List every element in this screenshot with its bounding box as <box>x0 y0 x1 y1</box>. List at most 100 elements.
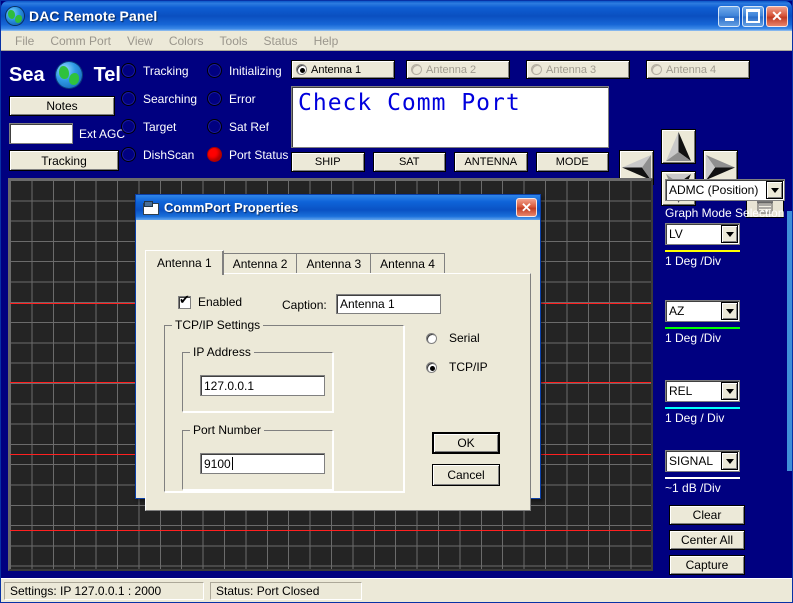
ext-agc-input[interactable] <box>9 123 73 144</box>
led-dishscan <box>121 147 136 162</box>
caption-value: Antenna 1 <box>340 297 395 311</box>
antenna-selector-1[interactable]: Antenna 1 <box>291 60 395 79</box>
brand-word-sea: Sea <box>9 63 45 86</box>
dialog-close-button[interactable]: ✕ <box>516 198 537 217</box>
trace-1-color-line <box>665 250 740 252</box>
menu-bar: File Comm Port View Colors Tools Status … <box>1 31 792 51</box>
ip-address-input[interactable]: 127.0.0.1 <box>200 375 325 396</box>
menu-item-colors[interactable]: Colors <box>161 32 212 50</box>
serial-radio-row[interactable]: Serial <box>426 331 488 345</box>
port-number-input[interactable]: 9100 <box>200 453 325 474</box>
tcpip-radio-row[interactable]: TCP/IP <box>426 360 488 374</box>
tab-antenna-2[interactable]: Antenna 2 <box>222 253 298 275</box>
tab-antenna-1[interactable]: Antenna 1 <box>145 250 224 275</box>
capture-button[interactable]: Capture <box>669 555 745 575</box>
tab-antenna-3[interactable]: Antenna 3 <box>296 253 372 275</box>
led-label-sat-ref: Sat Ref <box>229 119 270 134</box>
trace-3-combo[interactable]: REL <box>665 380 740 402</box>
commport-icon <box>143 201 159 215</box>
menu-item-comm-port[interactable]: Comm Port <box>42 32 119 50</box>
antenna-selector-3[interactable]: Antenna 3 <box>526 60 630 79</box>
led-label-dishscan: DishScan <box>143 147 195 162</box>
menu-item-help[interactable]: Help <box>306 32 347 50</box>
clear-button[interactable]: Clear <box>669 505 745 525</box>
led-target <box>121 119 136 134</box>
minimize-button[interactable] <box>718 5 740 27</box>
ext-agc-label: Ext AGC <box>79 127 126 141</box>
window-buttons: ✕ <box>718 5 788 27</box>
chevron-down-icon-trace-1[interactable] <box>721 225 738 243</box>
led-searching <box>121 91 136 106</box>
graph-control-panel: ADMC (Position) Graph Mode Selection LV … <box>659 51 792 578</box>
menu-item-status[interactable]: Status <box>256 32 306 50</box>
chevron-down-icon-trace-2[interactable] <box>721 302 738 320</box>
antenna-button[interactable]: ANTENNA <box>454 152 528 172</box>
led-tracking <box>121 63 136 78</box>
antenna-tab-strip: Antenna 1 Antenna 2 Antenna 3 Antenna 4 <box>145 250 445 275</box>
radio-antenna-3[interactable] <box>531 64 542 75</box>
enabled-checkbox[interactable] <box>178 293 191 309</box>
tcpip-settings-group: TCP/IP Settings IP Address 127.0.0.1 Por… <box>164 318 404 492</box>
mode-button-row: SHIP SAT ANTENNA MODE <box>291 152 609 172</box>
status-bar-status: Status: Port Closed <box>210 581 362 600</box>
chevron-down-icon-trace-3[interactable] <box>721 382 738 400</box>
chevron-down-icon-trace-4[interactable] <box>721 452 738 470</box>
menu-item-view[interactable]: View <box>119 32 161 50</box>
position-mode-value: ADMC (Position) <box>669 183 759 197</box>
ip-address-value: 127.0.0.1 <box>204 378 255 393</box>
cancel-button[interactable]: Cancel <box>432 464 500 486</box>
led-label-initializing: Initializing <box>229 63 282 78</box>
mode-button[interactable]: MODE <box>535 152 609 172</box>
close-button[interactable]: ✕ <box>766 5 788 27</box>
sat-button[interactable]: SAT <box>372 152 446 172</box>
antenna-selector-label-1: Antenna 1 <box>311 63 362 76</box>
ship-button[interactable]: SHIP <box>291 152 365 172</box>
connection-type-radios: Serial TCP/IP <box>426 331 488 389</box>
led-label-tracking: Tracking <box>143 63 189 78</box>
led-row-error: Error <box>207 91 256 106</box>
position-mode-combo[interactable]: ADMC (Position) <box>665 179 785 201</box>
port-number-title: Port Number <box>190 423 265 437</box>
trace-2-scale-label: 1 Deg /Div <box>665 331 722 345</box>
led-label-searching: Searching <box>143 91 198 106</box>
dialog-titlebar: CommPort Properties ✕ <box>136 195 540 220</box>
center-all-button[interactable]: Center All <box>669 530 745 550</box>
antenna-selector-2[interactable]: Antenna 2 <box>406 60 510 79</box>
caption-label: Caption: <box>282 298 327 312</box>
chevron-down-icon-position[interactable] <box>766 181 783 199</box>
trace-1-combo[interactable]: LV <box>665 223 740 245</box>
trace-4-combo[interactable]: SIGNAL <box>665 450 740 472</box>
led-error <box>207 91 222 106</box>
text-cursor <box>231 457 233 470</box>
globe-logo-icon <box>56 62 83 88</box>
maximize-button[interactable] <box>742 5 764 27</box>
caption-input[interactable]: Antenna 1 <box>336 294 441 314</box>
trace-4-scale-label: ~1 dB /Div <box>665 481 721 495</box>
tab-antenna-4[interactable]: Antenna 4 <box>370 253 445 275</box>
tcpip-radio[interactable] <box>426 361 437 373</box>
ok-button[interactable]: OK <box>432 432 500 454</box>
trace-2-combo[interactable]: AZ <box>665 300 740 322</box>
status-bar: Settings: IP 127.0.0.1 : 2000 Status: Po… <box>1 578 792 602</box>
tcpip-settings-title: TCP/IP Settings <box>172 318 264 332</box>
window-titlebar: DAC Remote Panel ✕ <box>1 1 792 31</box>
enabled-checkbox-row[interactable]: Enabled <box>178 293 243 309</box>
led-row-tracking: Tracking <box>121 63 189 78</box>
radio-antenna-1[interactable] <box>296 64 307 75</box>
antenna-selector-label-2: Antenna 2 <box>426 63 477 76</box>
status-bar-settings: Settings: IP 127.0.0.1 : 2000 <box>4 581 204 600</box>
serial-radio[interactable] <box>426 332 437 344</box>
window-title: DAC Remote Panel <box>29 8 158 24</box>
menu-item-tools[interactable]: Tools <box>212 32 256 50</box>
enabled-label: Enabled <box>198 295 243 309</box>
graph-mode-selection-label: Graph Mode Selection <box>665 206 785 220</box>
tcpip-label: TCP/IP <box>449 360 488 374</box>
notes-button[interactable]: Notes <box>9 96 115 116</box>
dialog-body: Antenna 1 Antenna 2 Antenna 3 Antenna 4 … <box>136 220 540 511</box>
led-initializing <box>207 63 222 78</box>
tracking-button[interactable]: Tracking <box>9 150 119 171</box>
antenna-1-tab-page: Enabled Caption: Antenna 1 TCP/IP Settin… <box>145 273 531 511</box>
menu-item-file[interactable]: File <box>7 32 42 50</box>
radio-antenna-2[interactable] <box>411 64 422 75</box>
led-row-port-status: Port Status <box>207 147 288 162</box>
